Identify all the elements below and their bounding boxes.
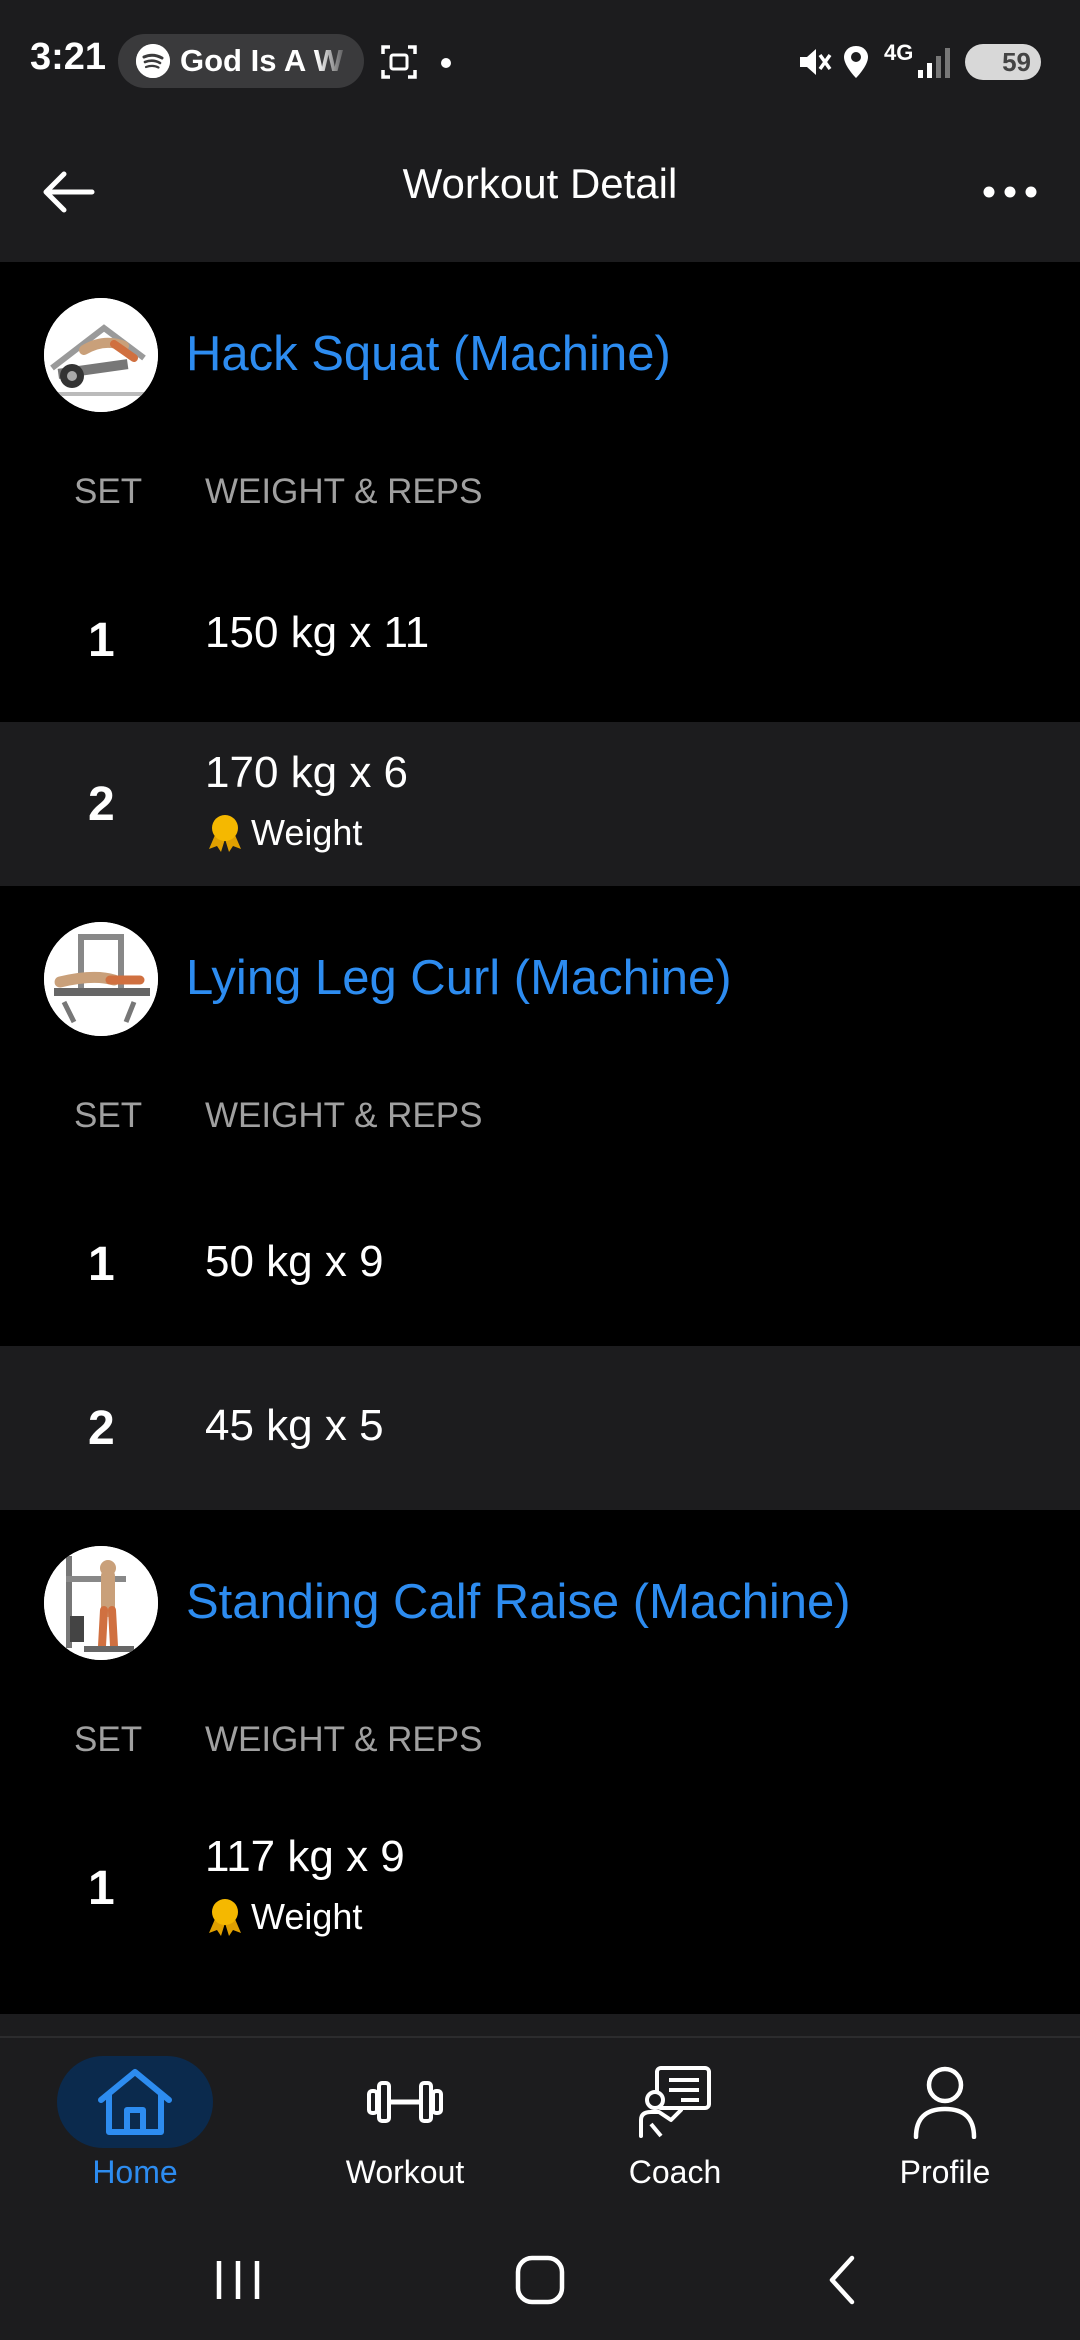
- nav-home-label: Home: [92, 2154, 178, 2190]
- home-icon: [98, 2069, 172, 2135]
- coach-icon: [639, 2066, 711, 2138]
- chevron-left-icon: [829, 2255, 855, 2305]
- nav-home[interactable]: Home: [0, 2038, 270, 2222]
- bottom-navigation: Home Workout Coach Profile: [0, 2036, 1080, 2220]
- nav-workout-label: Workout: [345, 2154, 465, 2190]
- profile-icon: [913, 2066, 977, 2139]
- exercise-card: Hack Squat (Machine) SET WEIGHT & REPS 1…: [0, 262, 1080, 886]
- nav-home-icon-wrap: [57, 2056, 213, 2148]
- exercise-thumbnail: [44, 298, 158, 412]
- column-set-label: SET: [74, 1720, 143, 1759]
- home-system-button[interactable]: [480, 2250, 600, 2310]
- set-number: 1: [88, 613, 115, 667]
- signal-icon: [916, 44, 956, 85]
- column-header: SET WEIGHT & REPS: [0, 1694, 1080, 1806]
- set-weight-reps: 117 kg x 9: [205, 1832, 405, 1881]
- recent-apps-button[interactable]: [178, 2250, 298, 2310]
- nav-coach[interactable]: Coach: [540, 2038, 810, 2222]
- exercise-thumbnail: [44, 1546, 158, 1660]
- exercise-header[interactable]: Hack Squat (Machine): [0, 262, 1080, 446]
- set-row: 2 45 kg x 5: [0, 1346, 1080, 1510]
- set-weight-reps: 50 kg x 9: [205, 1237, 384, 1286]
- nav-profile[interactable]: Profile: [810, 2038, 1080, 2222]
- location-icon: [842, 44, 870, 85]
- column-header: SET WEIGHT & REPS: [0, 1070, 1080, 1182]
- set-weight-reps: 45 kg x 5: [205, 1401, 384, 1450]
- exercise-name[interactable]: Hack Squat (Machine): [186, 326, 671, 382]
- pr-badge: Weight: [205, 812, 362, 854]
- app-bar: Workout Detail: [0, 122, 1080, 262]
- set-number: 2: [88, 1401, 115, 1455]
- column-weight-reps-label: WEIGHT & REPS: [205, 472, 483, 511]
- status-time: 3:21: [30, 36, 107, 78]
- set-weight-reps: 170 kg x 6: [205, 748, 409, 797]
- media-pill[interactable]: God Is A W: [118, 34, 364, 88]
- system-navigation-bar: [0, 2220, 1080, 2340]
- more-horizontal-icon: [983, 186, 1037, 198]
- nav-profile-icon-wrap: [867, 2056, 1023, 2148]
- pr-badge-label: Weight: [251, 812, 363, 853]
- notification-dot-icon: [440, 56, 452, 74]
- workout-detail-list[interactable]: Hack Squat (Machine) SET WEIGHT & REPS 1…: [0, 262, 1080, 2036]
- exercise-header[interactable]: Standing Calf Raise (Machine): [0, 1510, 1080, 1694]
- column-set-label: SET: [74, 1096, 143, 1135]
- next-row-peek: [0, 2014, 1080, 2036]
- exercise-card: Standing Calf Raise (Machine) SET WEIGHT…: [0, 1510, 1080, 1970]
- column-weight-reps-label: WEIGHT & REPS: [205, 1096, 483, 1135]
- pr-badge: Weight: [205, 1896, 362, 1938]
- system-back-button[interactable]: [782, 2250, 902, 2310]
- battery-indicator: 59: [965, 44, 1041, 80]
- medal-icon: [209, 815, 241, 852]
- home-square-icon: [515, 2255, 565, 2305]
- screenshot-icon: [380, 44, 418, 85]
- exercise-name[interactable]: Standing Calf Raise (Machine): [186, 1574, 851, 1630]
- battery-level: 59: [1002, 46, 1031, 77]
- mute-vibrate-icon: [796, 44, 834, 85]
- set-row: 1 50 kg x 9: [0, 1182, 1080, 1346]
- more-options-button[interactable]: [970, 157, 1050, 227]
- nav-coach-icon-wrap: [597, 2056, 753, 2148]
- set-weight-reps: 150 kg x 11: [205, 608, 430, 657]
- media-pill-text: God Is A W: [180, 43, 344, 78]
- set-row: 1 117 kg x 9 Weight: [0, 1806, 1080, 1970]
- column-header: SET WEIGHT & REPS: [0, 446, 1080, 558]
- pr-badge-label: Weight: [251, 1896, 363, 1937]
- spotify-icon: [136, 44, 170, 78]
- exercise-thumbnail: [44, 922, 158, 1036]
- app-root: 3:21 God Is A W 4G 59 Workout Detail Hac…: [0, 0, 1080, 2340]
- nav-workout[interactable]: Workout: [270, 2038, 540, 2222]
- exercise-card: Lying Leg Curl (Machine) SET WEIGHT & RE…: [0, 886, 1080, 1510]
- exercise-name[interactable]: Lying Leg Curl (Machine): [186, 950, 732, 1006]
- nav-profile-label: Profile: [899, 2154, 991, 2190]
- nav-workout-icon-wrap: [327, 2056, 483, 2148]
- set-row: 2 170 kg x 6 Weight: [0, 722, 1080, 886]
- status-bar: 3:21 God Is A W 4G 59: [0, 0, 1080, 122]
- set-number: 2: [88, 777, 115, 831]
- column-set-label: SET: [74, 472, 143, 511]
- recent-apps-icon: [216, 2261, 260, 2299]
- medal-icon: [209, 1899, 241, 1936]
- nav-coach-label: Coach: [628, 2154, 722, 2190]
- set-number: 1: [88, 1237, 115, 1291]
- set-number: 1: [88, 1861, 115, 1915]
- column-weight-reps-label: WEIGHT & REPS: [205, 1720, 483, 1759]
- network-type-label: 4G: [884, 40, 914, 65]
- set-row: 1 150 kg x 11: [0, 558, 1080, 722]
- dumbbell-icon: [367, 2081, 443, 2123]
- exercise-header[interactable]: Lying Leg Curl (Machine): [0, 886, 1080, 1070]
- page-title: Workout Detail: [402, 160, 678, 207]
